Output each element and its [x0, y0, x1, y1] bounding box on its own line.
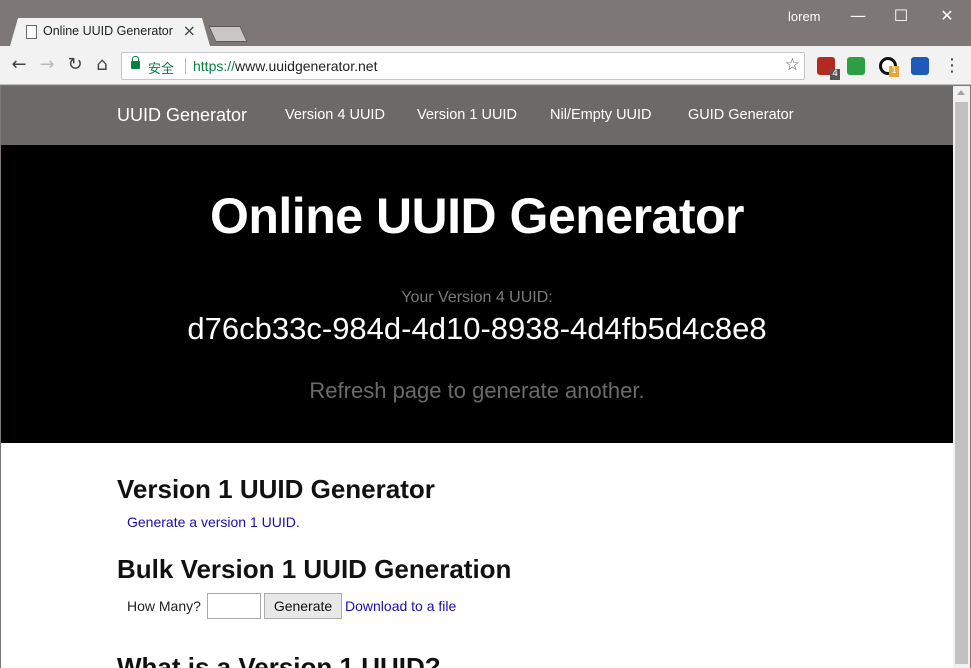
- bulk-heading: Bulk Version 1 UUID Generation: [117, 554, 512, 584]
- bookmark-star-icon[interactable]: ☆: [785, 55, 800, 75]
- reload-icon[interactable]: ↻: [64, 54, 86, 76]
- generate-button[interactable]: Generate: [264, 593, 342, 619]
- quantity-input[interactable]: [207, 593, 261, 619]
- close-tab-icon[interactable]: ×: [183, 21, 196, 40]
- lock-icon: [131, 56, 140, 69]
- v1-heading: Version 1 UUID Generator: [117, 474, 435, 504]
- page-icon: [26, 25, 37, 39]
- site-navbar: UUID Generator Version 4 UUID Version 1 …: [1, 86, 953, 145]
- page-title: Online UUID Generator: [209, 188, 745, 244]
- forward-arrow-icon[interactable]: →: [36, 54, 58, 76]
- maximize-icon[interactable]: ☐: [886, 4, 916, 28]
- secure-label: 安全: [148, 62, 175, 77]
- nav-link-version4[interactable]: Version 4 UUID: [285, 107, 385, 123]
- new-tab-button[interactable]: [208, 26, 248, 42]
- refresh-hint: Refresh page to generate another.: [309, 378, 645, 403]
- window-titlebar: Online UUID Generator × lorem — ☐ ✕: [0, 0, 971, 46]
- uuid-label: Your Version 4 UUID:: [401, 289, 553, 306]
- vertical-scrollbar[interactable]: [953, 86, 970, 668]
- minimize-icon[interactable]: —: [843, 4, 873, 28]
- browser-tab[interactable]: Online UUID Generator ×: [10, 18, 210, 46]
- nav-link-nil[interactable]: Nil/Empty UUID: [550, 107, 652, 123]
- what-heading: What is a Version 1 UUID?: [117, 652, 441, 668]
- ext-badge: 4: [830, 69, 840, 80]
- scroll-up-icon[interactable]: [957, 90, 965, 95]
- divider: [185, 58, 186, 74]
- generated-uuid[interactable]: d76cb33c-984d-4d10-8938-4d4fb5d4c8e8: [1, 311, 953, 347]
- url-text[interactable]: https://www.uuidgenerator.net: [193, 58, 377, 74]
- ublock-icon[interactable]: 4: [817, 57, 840, 80]
- nav-link-guid[interactable]: GUID Generator: [688, 107, 794, 123]
- ring-icon[interactable]: 1: [879, 57, 899, 77]
- shield-icon[interactable]: [847, 57, 865, 75]
- url-host: www.uuidgenerator.net: [235, 58, 378, 74]
- how-many-label: How Many?: [127, 598, 201, 614]
- browser-toolbar: ← → ↻ ⌂ 安全 https://www.uuidgenerator.net…: [0, 46, 971, 85]
- download-link[interactable]: Download to a file: [345, 598, 456, 614]
- tab-title: Online UUID Generator: [43, 24, 173, 38]
- close-window-icon[interactable]: ✕: [932, 4, 962, 28]
- scroll-thumb[interactable]: [955, 102, 968, 664]
- url-scheme: https://: [193, 58, 236, 74]
- ext-badge: 1: [889, 66, 899, 77]
- site-brand[interactable]: UUID Generator: [117, 105, 247, 126]
- home-icon[interactable]: ⌂: [91, 54, 113, 76]
- save-icon[interactable]: [911, 57, 929, 75]
- hero-banner: Online UUID Generator Your Version 4 UUI…: [1, 145, 953, 443]
- menu-icon[interactable]: ⋮: [943, 55, 961, 76]
- generate-v1-link[interactable]: Generate a version 1 UUID.: [127, 514, 300, 530]
- nav-link-version1[interactable]: Version 1 UUID: [417, 107, 517, 123]
- page-viewport: UUID Generator Version 4 UUID Version 1 …: [1, 86, 953, 668]
- address-bar[interactable]: 安全 https://www.uuidgenerator.net ☆: [121, 52, 805, 80]
- back-arrow-icon[interactable]: ←: [8, 54, 30, 76]
- profile-name[interactable]: lorem: [788, 9, 821, 24]
